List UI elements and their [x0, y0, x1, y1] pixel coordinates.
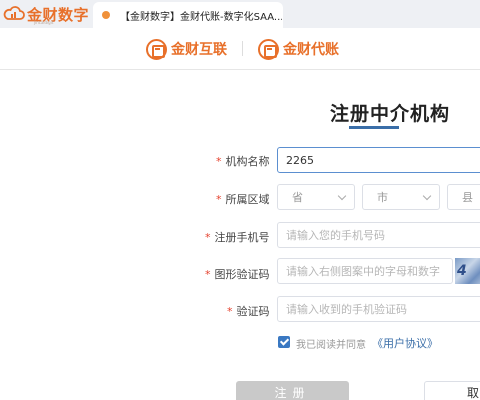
region-label: * 所属区域 — [216, 191, 270, 207]
county-value: 县 — [462, 191, 473, 204]
page-title: 注册中介机构 — [330, 103, 451, 125]
org-name-label-text: 机构名称 — [225, 155, 270, 168]
tab-title: 【金财数字】金财代账-数字化SAA... — [120, 11, 282, 23]
county-select[interactable]: 县 — [447, 184, 480, 210]
sms-code-placeholder: 请输入收到的手机验证码 — [286, 303, 407, 316]
city-select[interactable]: 市 — [362, 184, 440, 210]
cancel-button[interactable]: 取 — [424, 381, 480, 400]
captcha-label-text: 图形验证码 — [214, 268, 270, 281]
city-value: 市 — [377, 191, 388, 204]
captcha-placeholder: 请输入右侧图案中的字母和数字 — [286, 265, 440, 278]
user-agreement-link[interactable]: 《用户协议》 — [372, 335, 438, 351]
required-mark: * — [216, 155, 222, 168]
chevron-down-icon — [337, 191, 347, 201]
required-mark: * — [205, 231, 211, 244]
brand-subtitle: jincaidigit — [34, 20, 54, 25]
captcha-image-text: 4 — [457, 263, 467, 279]
agreement-checkbox[interactable] — [278, 336, 290, 348]
org-name-input[interactable]: 2265 — [277, 147, 480, 173]
register-button[interactable]: 注册 — [236, 381, 349, 400]
required-mark: * — [216, 193, 222, 206]
phone-label-text: 注册手机号 — [214, 231, 270, 244]
phone-placeholder: 请输入您的手机号码 — [286, 229, 385, 242]
cloud-icon — [3, 6, 25, 22]
jincai-hulian-label: 金财互联 — [171, 42, 227, 58]
province-select[interactable]: 省 — [277, 184, 355, 210]
jincai-daizhang-logo[interactable]: 金财代账 — [258, 37, 339, 61]
sms-code-input[interactable]: 请输入收到的手机验证码 — [277, 296, 480, 322]
sms-code-label-text: 验证码 — [236, 305, 270, 318]
jincai-hulian-logo[interactable]: 金财互联 — [146, 37, 227, 61]
required-mark: * — [205, 268, 211, 281]
phone-input[interactable]: 请输入您的手机号码 — [277, 222, 480, 248]
province-value: 省 — [292, 191, 303, 204]
jincai-logo-icon — [146, 38, 167, 60]
browser-tab-bar: 金财数字 jincaidigit 【金财数字】金财代账-数字化SAA... — [0, 0, 480, 28]
site-header: 金财互联 金财代账 — [0, 28, 480, 70]
captcha-image[interactable]: 4 — [455, 258, 480, 284]
agreement-text: 我已阅读并同意 — [296, 340, 366, 351]
header-divider — [242, 41, 243, 56]
favicon-dot-icon — [102, 11, 110, 19]
captcha-input[interactable]: 请输入右侧图案中的字母和数字 — [277, 258, 453, 284]
required-mark: * — [227, 305, 233, 318]
sms-code-label: * 验证码 — [227, 303, 270, 319]
chevron-down-icon — [422, 191, 432, 201]
jincai-logo-icon — [258, 38, 279, 60]
phone-label: * 注册手机号 — [205, 229, 270, 245]
org-name-label: * 机构名称 — [216, 153, 270, 169]
browser-tab-active[interactable]: 【金财数字】金财代账-数字化SAA... — [93, 2, 283, 28]
jincai-daizhang-label: 金财代账 — [283, 42, 339, 58]
org-name-value: 2265 — [286, 153, 314, 167]
title-underline — [349, 126, 399, 129]
region-label-text: 所属区域 — [225, 193, 270, 206]
captcha-label: * 图形验证码 — [205, 266, 270, 282]
